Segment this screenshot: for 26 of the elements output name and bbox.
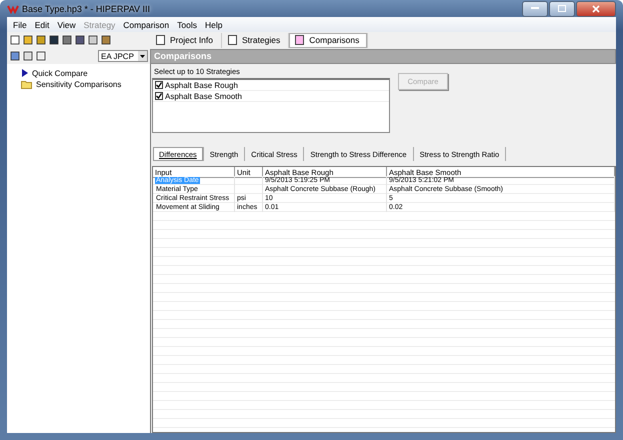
menu-item[interactable]: View: [53, 20, 80, 30]
app-logo-icon: [7, 4, 19, 14]
folder-icon: [21, 80, 32, 88]
menu-item[interactable]: File: [9, 20, 31, 30]
checkbox[interactable]: [155, 92, 163, 100]
panel-header: Comparisons: [150, 48, 616, 64]
view-tab[interactable]: Project Info: [150, 32, 222, 48]
maximize-icon: [558, 5, 566, 12]
tree-item[interactable]: Sensitivity Comparisons: [7, 79, 150, 89]
window-title: Base Type.hp3 * - HIPERPAV III: [22, 4, 150, 14]
strategy-dropdown[interactable]: EA JPCP: [98, 50, 148, 62]
menu-item[interactable]: Help: [200, 20, 226, 30]
minimize-button[interactable]: [522, 0, 548, 16]
checkbox-row[interactable]: Asphalt Base Rough: [153, 80, 389, 91]
close-icon: [592, 4, 600, 12]
menu-item[interactable]: Comparison: [119, 20, 174, 30]
maximize-button[interactable]: [549, 0, 575, 16]
checkbox[interactable]: [155, 81, 163, 89]
checkbox-row[interactable]: Asphalt Base Smooth: [153, 91, 389, 102]
minimize-icon: [531, 7, 539, 10]
close-button[interactable]: [576, 0, 616, 16]
view-tab[interactable]: Comparisons: [289, 32, 368, 48]
tree-item[interactable]: Quick Compare: [7, 68, 150, 78]
menu-item[interactable]: Tools: [173, 20, 201, 30]
menu-item[interactable]: Edit: [30, 20, 54, 30]
play-icon: [21, 69, 28, 77]
